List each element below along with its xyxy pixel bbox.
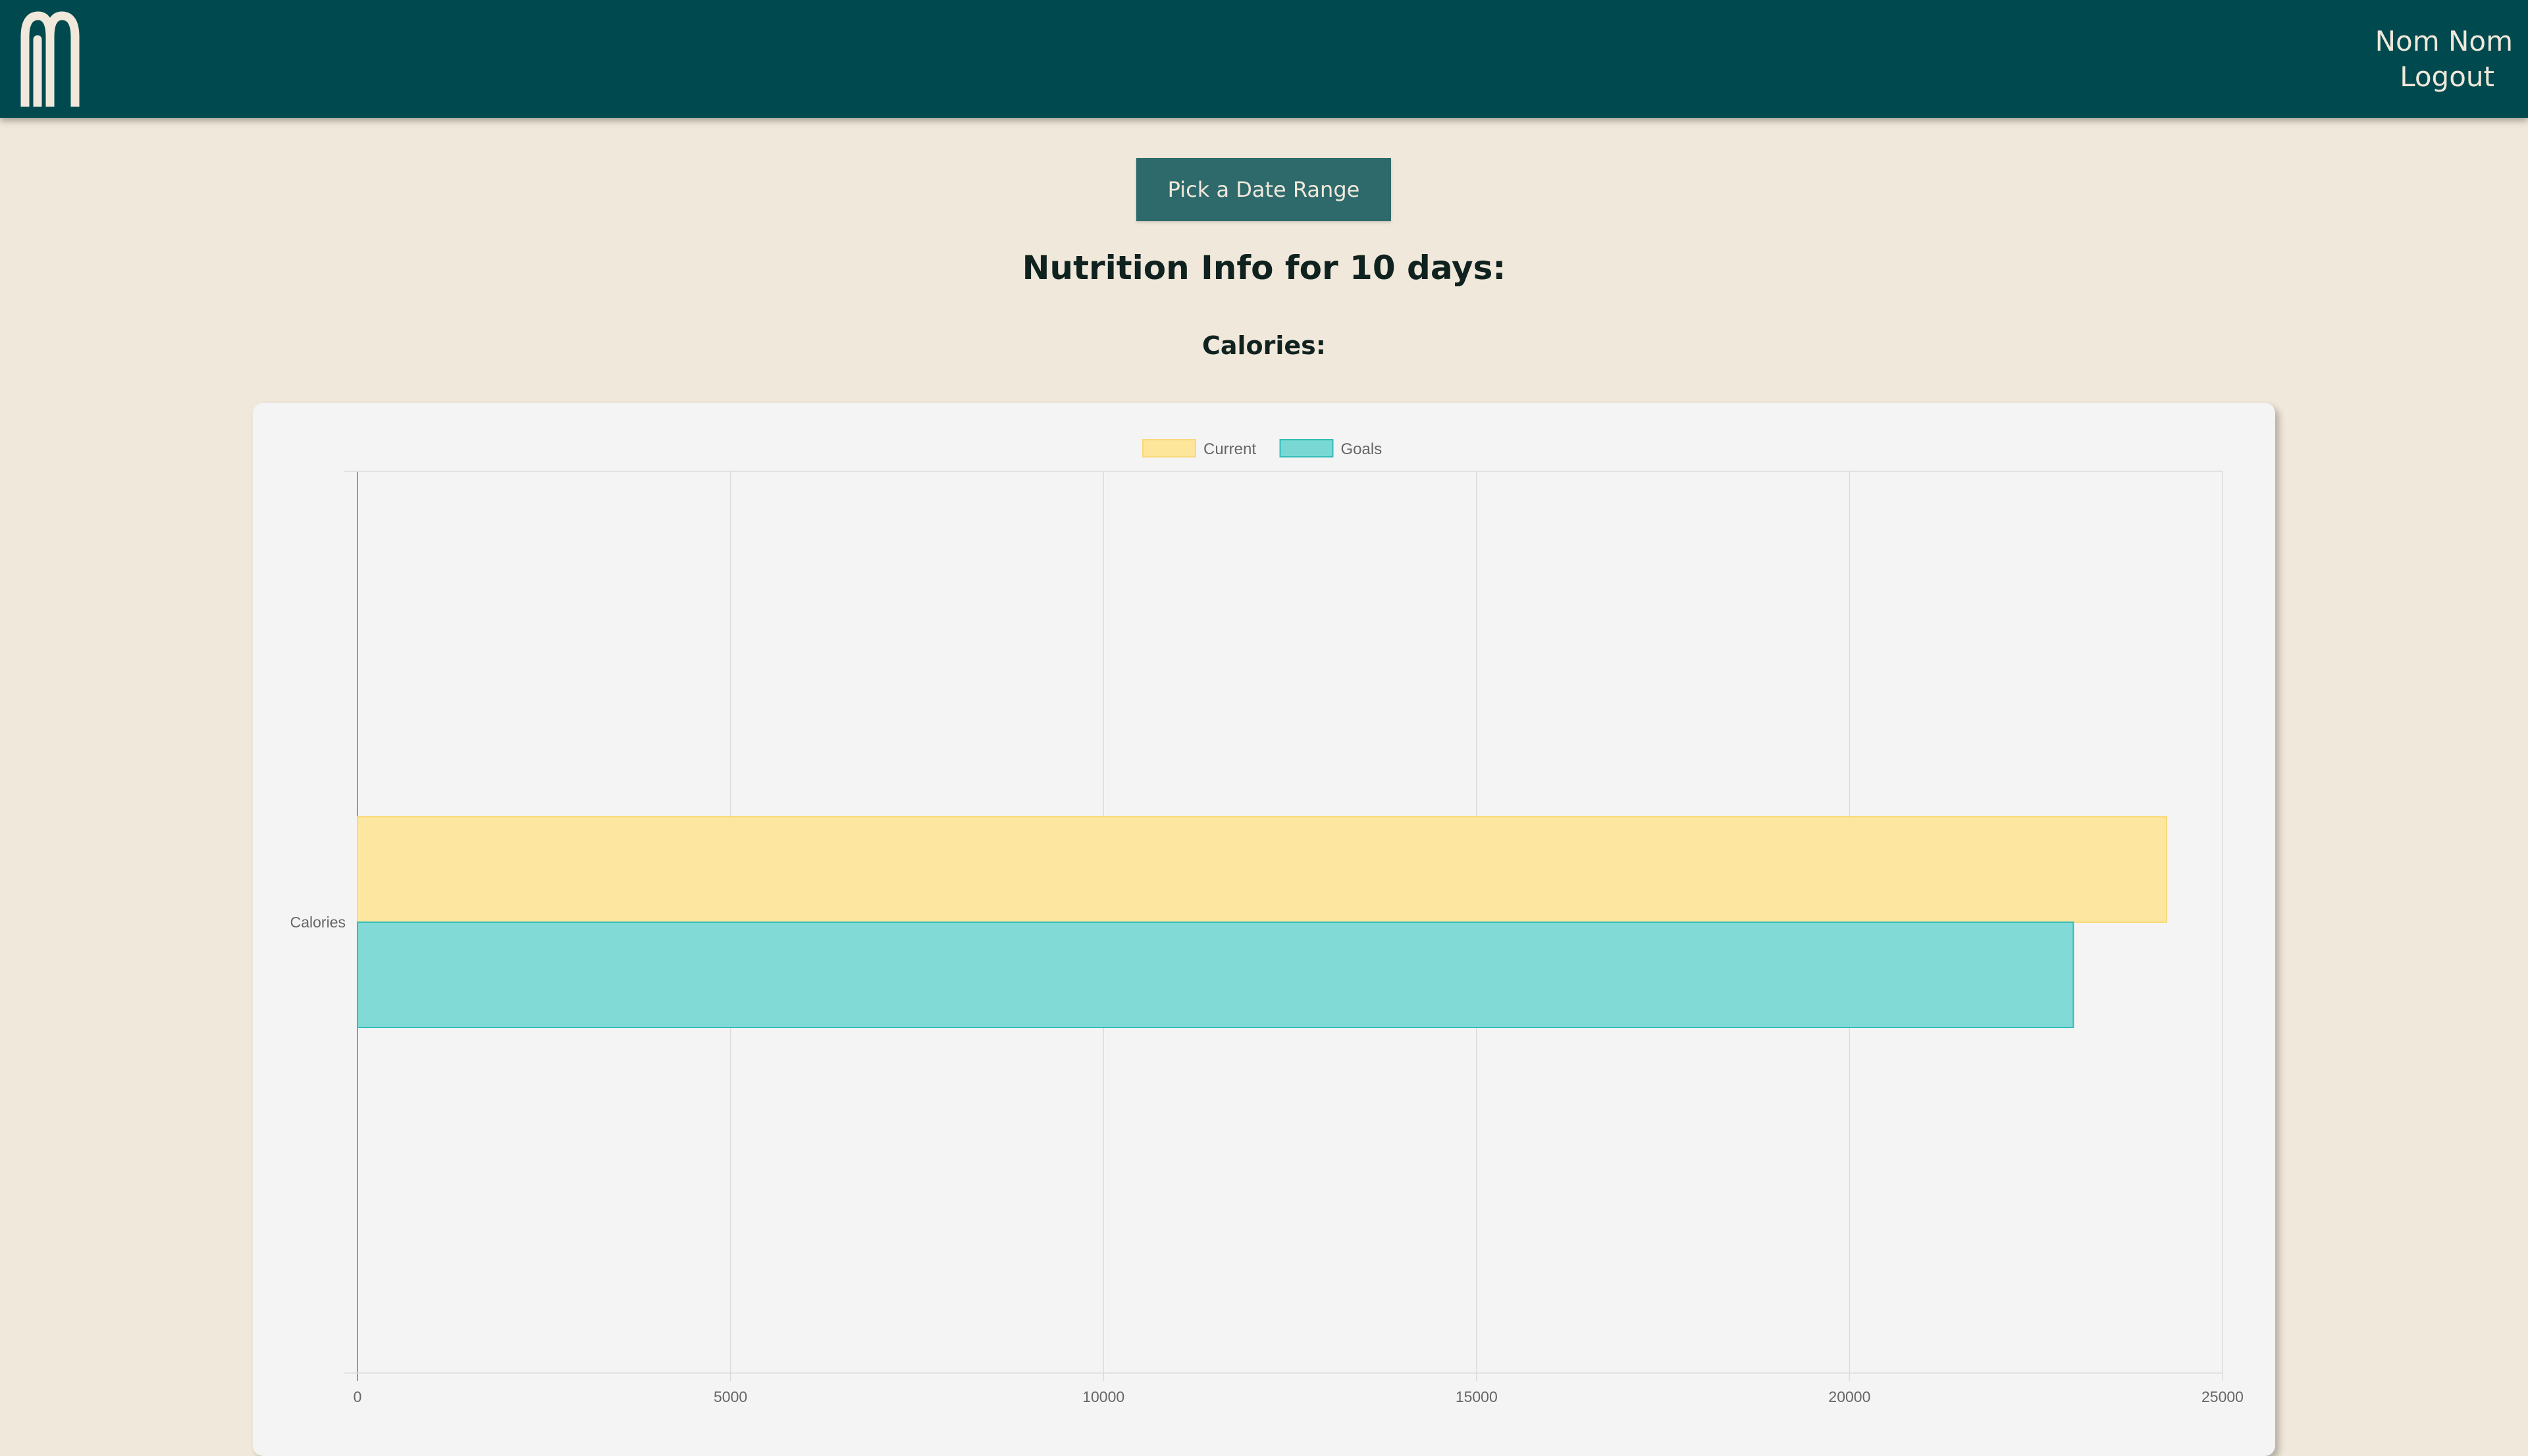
top-navbar: Nom Nom Logout [0,0,2528,118]
user-name: Nom Nom [2375,25,2513,57]
fork-logo-icon[interactable] [20,11,80,107]
calories-bar-chart: 0 5000 10000 15000 20000 25000 Calories Current… [290,439,2244,1405]
page-title: Nutrition Info for 10 days: [1022,249,1506,287]
section-title-calories: Calories: [1201,331,1326,360]
bar-goals [357,922,2074,1028]
legend-swatch-goals [1279,439,1334,457]
legend-label-current: Current [1203,440,1256,458]
x-tick-label: 0 [354,1388,362,1405]
legend-swatch-current [1142,439,1196,457]
x-tick-label: 25000 [2201,1388,2244,1405]
pick-date-range-button[interactable]: Pick a Date Range [1136,158,1391,221]
x-tick-label: 5000 [714,1388,747,1405]
legend-label-goals: Goals [1341,440,1382,458]
logout-link[interactable]: Logout [2400,63,2494,91]
x-tick-label: 15000 [1456,1388,1498,1405]
calories-chart-card: 0 5000 10000 15000 20000 25000 Calories Current… [253,403,2275,1456]
x-tick-label: 10000 [1082,1388,1124,1405]
x-tick-label: 20000 [1828,1388,1870,1405]
bar-current [357,816,2168,923]
y-category-label: Calories [290,914,346,931]
